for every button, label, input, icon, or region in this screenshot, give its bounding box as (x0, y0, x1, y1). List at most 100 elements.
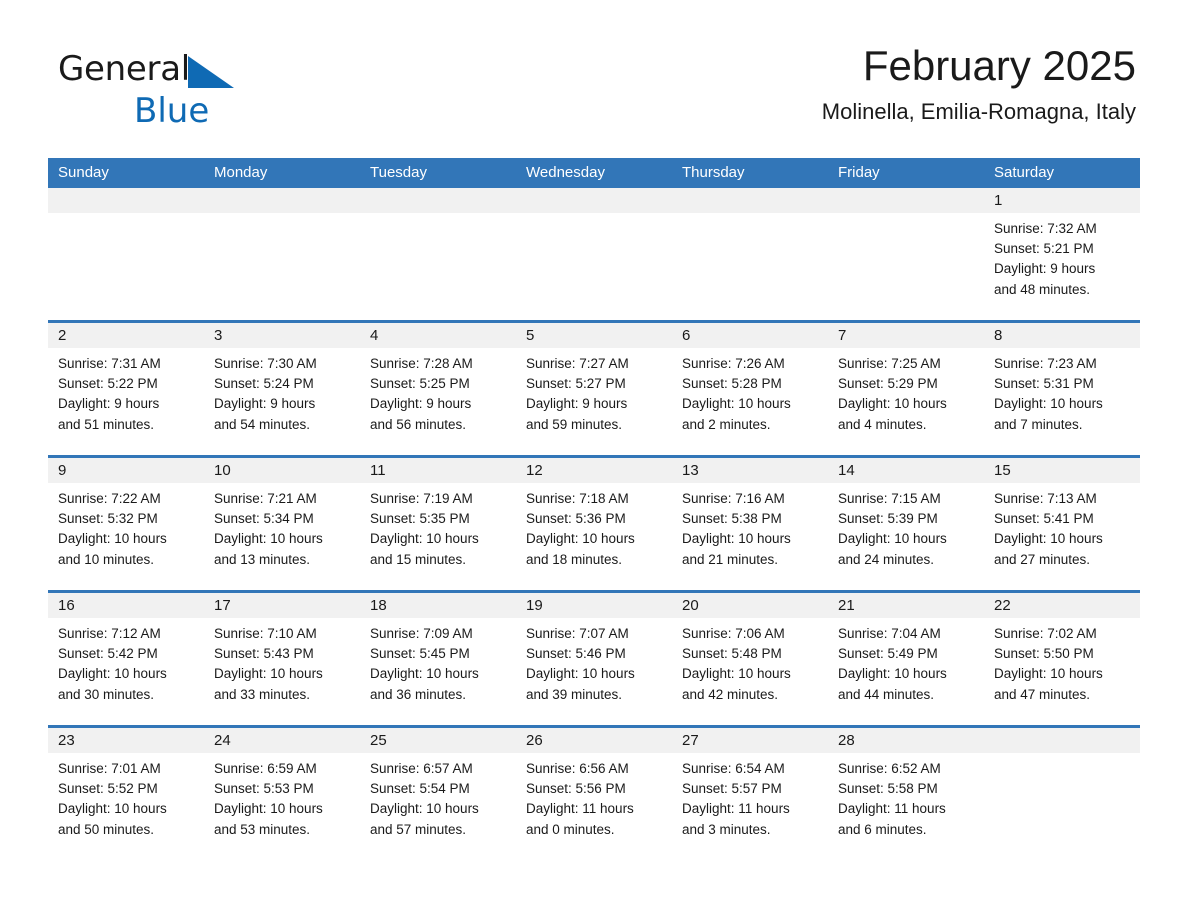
general-blue-logo[interactable]: General Blue (58, 52, 318, 128)
day-cell[interactable]: 13 Sunrise: 7:16 AM Sunset: 5:38 PM Dayligh… (672, 458, 828, 590)
day-cell[interactable]: 26 Sunrise: 6:56 AM Sunset: 5:56 PM Dayligh… (516, 728, 672, 860)
sunrise-text: Sunrise: 6:57 AM (370, 761, 473, 776)
day-cell[interactable]: 17 Sunrise: 7:10 AM Sunset: 5:43 PM Dayligh… (204, 593, 360, 725)
day-number: 21 (838, 597, 855, 614)
day-number-band: 23 (48, 728, 204, 753)
day-details: Sunrise: 7:22 AM Sunset: 5:32 PM Daylight:… (48, 483, 204, 570)
day-number: 24 (214, 732, 231, 749)
day-cell[interactable]: 19 Sunrise: 7:07 AM Sunset: 5:46 PM Dayligh… (516, 593, 672, 725)
day-number: 13 (682, 462, 699, 479)
day-number-band: 27 (672, 728, 828, 753)
day-details: Sunrise: 7:10 AM Sunset: 5:43 PM Daylight:… (204, 618, 360, 705)
day-details: Sunrise: 7:01 AM Sunset: 5:52 PM Daylight:… (48, 753, 204, 840)
sunset-text: Sunset: 5:46 PM (526, 646, 626, 662)
calendar-weeks: 1 Sunrise: 7:32 AM Sunset: 5:21 PM Daylight… (48, 188, 1140, 860)
day-number-band (672, 188, 828, 213)
sunrise-text: Sunrise: 7:23 AM (994, 356, 1097, 371)
day-details: Sunrise: 7:06 AM Sunset: 5:48 PM Daylight:… (672, 618, 828, 705)
calendar-week-row: 9 Sunrise: 7:22 AM Sunset: 5:32 PM Daylight… (48, 455, 1140, 590)
day-cell[interactable]: 20 Sunrise: 7:06 AM Sunset: 5:48 PM Dayligh… (672, 593, 828, 725)
day-cell[interactable]: 24 Sunrise: 6:59 AM Sunset: 5:53 PM Dayligh… (204, 728, 360, 860)
day-cell[interactable]: 7 Sunrise: 7:25 AM Sunset: 5:29 PM Daylight… (828, 323, 984, 455)
day-cell[interactable]: 3 Sunrise: 7:30 AM Sunset: 5:24 PM Daylight… (204, 323, 360, 455)
sunrise-text: Sunrise: 7:06 AM (682, 626, 785, 641)
day-cell[interactable]: 4 Sunrise: 7:28 AM Sunset: 5:25 PM Daylight… (360, 323, 516, 455)
daylight-text-line1: Daylight: 10 hours (58, 801, 167, 817)
sunrise-text: Sunrise: 7:13 AM (994, 491, 1097, 506)
day-number-band: 4 (360, 323, 516, 348)
day-cell-empty (828, 188, 984, 320)
day-cell[interactable]: 5 Sunrise: 7:27 AM Sunset: 5:27 PM Daylight… (516, 323, 672, 455)
day-cell[interactable]: 23 Sunrise: 7:01 AM Sunset: 5:52 PM Dayligh… (48, 728, 204, 860)
daylight-text-line1: Daylight: 10 hours (526, 666, 635, 682)
sunrise-text: Sunrise: 7:32 AM (994, 221, 1097, 236)
sunrise-text: Sunrise: 7:01 AM (58, 761, 161, 776)
day-number-band (48, 188, 204, 213)
day-details: Sunrise: 7:27 AM Sunset: 5:27 PM Daylight:… (516, 348, 672, 435)
daylight-text-line1: Daylight: 9 hours (994, 261, 1096, 277)
day-cell[interactable]: 16 Sunrise: 7:12 AM Sunset: 5:42 PM Dayligh… (48, 593, 204, 725)
day-number-band (516, 188, 672, 213)
day-number-band: 21 (828, 593, 984, 618)
day-cell[interactable]: 15 Sunrise: 7:13 AM Sunset: 5:41 PM Dayligh… (984, 458, 1140, 590)
day-cell[interactable]: 8 Sunrise: 7:23 AM Sunset: 5:31 PM Daylight… (984, 323, 1140, 455)
weekday-header-monday: Monday (214, 164, 268, 181)
day-cell[interactable]: 25 Sunrise: 6:57 AM Sunset: 5:54 PM Dayligh… (360, 728, 516, 860)
day-number-band: 1 (984, 188, 1140, 213)
day-number-band: 7 (828, 323, 984, 348)
daylight-text-line1: Daylight: 10 hours (370, 801, 479, 817)
day-cell[interactable]: 28 Sunrise: 6:52 AM Sunset: 5:58 PM Dayligh… (828, 728, 984, 860)
day-cell[interactable]: 22 Sunrise: 7:02 AM Sunset: 5:50 PM Dayligh… (984, 593, 1140, 725)
sunset-text: Sunset: 5:21 PM (994, 241, 1094, 257)
day-details: Sunrise: 7:02 AM Sunset: 5:50 PM Daylight:… (984, 618, 1140, 705)
day-cell[interactable]: 6 Sunrise: 7:26 AM Sunset: 5:28 PM Daylight… (672, 323, 828, 455)
sunrise-text: Sunrise: 6:59 AM (214, 761, 317, 776)
daylight-text-line1: Daylight: 10 hours (682, 396, 791, 412)
daylight-text-line2: and 4 minutes. (838, 416, 927, 432)
day-cell[interactable]: 27 Sunrise: 6:54 AM Sunset: 5:57 PM Dayligh… (672, 728, 828, 860)
triangle-icon (187, 56, 234, 93)
day-cell-empty (984, 728, 1140, 860)
day-details: Sunrise: 7:30 AM Sunset: 5:24 PM Daylight:… (204, 348, 360, 435)
day-cell[interactable]: 14 Sunrise: 7:15 AM Sunset: 5:39 PM Dayligh… (828, 458, 984, 590)
daylight-text-line1: Daylight: 10 hours (682, 531, 791, 547)
day-details: Sunrise: 6:52 AM Sunset: 5:58 PM Daylight:… (828, 753, 984, 840)
day-number-band: 6 (672, 323, 828, 348)
day-details: Sunrise: 7:13 AM Sunset: 5:41 PM Daylight:… (984, 483, 1140, 570)
day-number: 9 (58, 462, 67, 479)
day-cell[interactable]: 9 Sunrise: 7:22 AM Sunset: 5:32 PM Daylight… (48, 458, 204, 590)
sunrise-text: Sunrise: 7:27 AM (526, 356, 629, 371)
day-number-band (984, 728, 1140, 753)
daylight-text-line1: Daylight: 10 hours (838, 531, 947, 547)
sunrise-text: Sunrise: 7:25 AM (838, 356, 941, 371)
daylight-text-line1: Daylight: 10 hours (370, 531, 479, 547)
day-number: 26 (526, 732, 543, 749)
sunrise-text: Sunrise: 7:31 AM (58, 356, 161, 371)
day-number: 2 (58, 327, 67, 344)
day-number-band: 14 (828, 458, 984, 483)
day-number: 15 (994, 462, 1011, 479)
day-number-band: 18 (360, 593, 516, 618)
daylight-text-line2: and 59 minutes. (526, 416, 623, 432)
day-number: 27 (682, 732, 699, 749)
day-cell[interactable]: 18 Sunrise: 7:09 AM Sunset: 5:45 PM Dayligh… (360, 593, 516, 725)
daylight-text-line2: and 57 minutes. (370, 821, 467, 837)
sunrise-text: Sunrise: 7:07 AM (526, 626, 629, 641)
day-cell[interactable]: 10 Sunrise: 7:21 AM Sunset: 5:34 PM Dayligh… (204, 458, 360, 590)
day-number-band: 20 (672, 593, 828, 618)
day-cell[interactable]: 2 Sunrise: 7:31 AM Sunset: 5:22 PM Daylight… (48, 323, 204, 455)
sunset-text: Sunset: 5:24 PM (214, 376, 314, 392)
day-number: 20 (682, 597, 699, 614)
sunset-text: Sunset: 5:36 PM (526, 511, 626, 527)
day-cell[interactable]: 1 Sunrise: 7:32 AM Sunset: 5:21 PM Daylight… (984, 188, 1140, 320)
sunrise-text: Sunrise: 7:19 AM (370, 491, 473, 506)
day-cell[interactable]: 21 Sunrise: 7:04 AM Sunset: 5:49 PM Dayligh… (828, 593, 984, 725)
day-details: Sunrise: 7:25 AM Sunset: 5:29 PM Daylight:… (828, 348, 984, 435)
day-cell[interactable]: 11 Sunrise: 7:19 AM Sunset: 5:35 PM Dayligh… (360, 458, 516, 590)
day-cell[interactable]: 12 Sunrise: 7:18 AM Sunset: 5:36 PM Dayligh… (516, 458, 672, 590)
daylight-text-line2: and 30 minutes. (58, 686, 155, 702)
daylight-text-line2: and 53 minutes. (214, 821, 311, 837)
daylight-text-line2: and 27 minutes. (994, 551, 1091, 567)
day-details: Sunrise: 7:31 AM Sunset: 5:22 PM Daylight:… (48, 348, 204, 435)
day-number-band: 26 (516, 728, 672, 753)
